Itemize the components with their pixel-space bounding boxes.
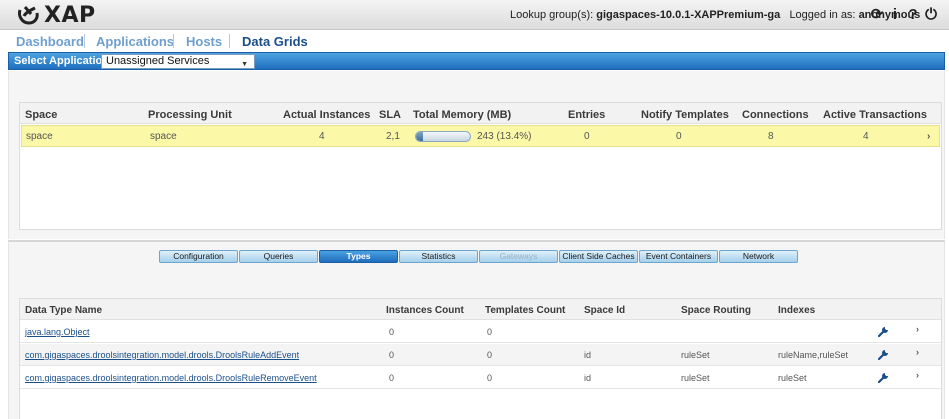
tab-network[interactable]: Network xyxy=(719,250,798,263)
templates-count: 0 xyxy=(487,373,493,383)
spaces-table: Space Processing Unit Actual Instances S… xyxy=(19,102,942,230)
lookup-label: Lookup group(s): xyxy=(510,9,594,21)
nav-divider xyxy=(173,34,174,48)
col-notify-templates[interactable]: Notify Templates xyxy=(641,109,729,121)
tab-types[interactable]: Types xyxy=(319,250,398,263)
col-data-type-name[interactable]: Data Type Name xyxy=(25,305,102,316)
memory-text: 243 (13.4%) xyxy=(477,131,532,142)
tab-dashboard[interactable]: Dashboard xyxy=(16,34,84,49)
memory-progress-fill xyxy=(416,132,424,141)
table-row[interactable]: java.lang.Object 0 0 › xyxy=(20,321,941,343)
tab-queries[interactable]: Queries xyxy=(239,250,318,263)
table-row[interactable]: space space 4 2,1 243 (13.4%) 0 0 8 4 › xyxy=(21,125,940,147)
space-routing: ruleSet xyxy=(681,350,710,360)
space-id: id xyxy=(584,350,592,360)
spaces-panel: Space Processing Unit Actual Instances S… xyxy=(8,71,945,239)
instances-count: 0 xyxy=(389,373,395,383)
select-application-label: Select Application: xyxy=(14,55,113,67)
application-dropdown-value: Unassigned Services xyxy=(106,55,210,67)
top-bar: XAP Lookup group(s): gigaspaces-10.0.1-X… xyxy=(0,0,949,30)
logo: XAP xyxy=(16,2,96,28)
tab-hosts[interactable]: Hosts xyxy=(186,34,222,49)
lookup-group-value: gigaspaces-10.0.1-XAPPremium-ga xyxy=(596,9,781,21)
types-table: Data Type Name Instances Count Templates… xyxy=(19,298,942,419)
tab-statistics[interactable]: Statistics xyxy=(399,250,478,263)
chevron-right-icon[interactable]: › xyxy=(916,324,919,334)
tab-gateways: Gateways xyxy=(479,250,558,263)
col-space[interactable]: Space xyxy=(25,109,57,121)
notify-templates-value: 0 xyxy=(676,131,682,142)
connections-value: 8 xyxy=(768,131,774,142)
session-info: Lookup group(s): gigaspaces-10.0.1-XAPPr… xyxy=(510,9,920,21)
main-nav: Dashboard Applications Hosts Data Grids xyxy=(0,30,949,52)
logged-in-label: Logged in as: xyxy=(789,9,856,21)
col-indexes[interactable]: Indexes xyxy=(778,305,815,316)
sla-value: 2,1 xyxy=(386,131,400,142)
col-processing-unit[interactable]: Processing Unit xyxy=(148,109,232,121)
wrench-icon[interactable] xyxy=(878,348,890,360)
chevron-right-icon[interactable]: › xyxy=(916,370,919,380)
application-dropdown[interactable]: Unassigned Services ▼ xyxy=(101,54,255,69)
space-routing: ruleSet xyxy=(681,373,710,383)
tab-configuration[interactable]: Configuration xyxy=(159,250,238,263)
wrench-icon[interactable] xyxy=(878,325,890,337)
col-space-routing[interactable]: Space Routing xyxy=(681,305,751,316)
nav-divider xyxy=(229,34,230,48)
data-type-link[interactable]: java.lang.Object xyxy=(25,327,90,337)
refresh-icon[interactable]: ⟳ xyxy=(868,5,886,25)
table-row[interactable]: com.gigaspaces.droolsintegration.model.d… xyxy=(20,344,941,366)
tab-client-side-caches[interactable]: Client Side Caches xyxy=(559,250,638,263)
application-selector-bar: Select Application: Unassigned Services … xyxy=(8,52,945,70)
col-space-id[interactable]: Space Id xyxy=(584,305,625,316)
memory-progress-bar xyxy=(415,131,471,142)
instances-count: 0 xyxy=(389,350,395,360)
details-tabs: Configuration Queries Types Statistics G… xyxy=(159,250,799,264)
chevron-right-icon[interactable]: › xyxy=(927,131,930,142)
col-active-transactions[interactable]: Active Transactions xyxy=(823,109,927,121)
templates-count: 0 xyxy=(487,350,493,360)
space-details-panel: Configuration Queries Types Statistics G… xyxy=(8,240,945,419)
processing-unit: space xyxy=(150,131,177,142)
table-header: Data Type Name Instances Count Templates… xyxy=(20,299,941,320)
templates-count: 0 xyxy=(487,327,493,337)
wrench-icon[interactable] xyxy=(878,371,890,383)
chevron-right-icon[interactable]: › xyxy=(916,347,919,357)
col-templates-count[interactable]: Templates Count xyxy=(485,305,565,316)
entries-value: 0 xyxy=(584,131,590,142)
indexes: ruleName,ruleSet xyxy=(778,350,849,360)
indexes: ruleSet xyxy=(778,373,807,383)
space-id: id xyxy=(584,373,592,383)
col-connections[interactable]: Connections xyxy=(742,109,809,121)
power-icon[interactable]: ⏻ xyxy=(922,5,940,25)
chevron-down-icon: ▼ xyxy=(241,61,248,68)
table-row[interactable]: com.gigaspaces.droolsintegration.model.d… xyxy=(20,367,941,389)
active-transactions-value: 4 xyxy=(863,131,869,142)
nav-divider xyxy=(84,34,85,48)
data-type-link[interactable]: com.gigaspaces.droolsintegration.model.d… xyxy=(25,373,317,383)
help-icon[interactable]: ? xyxy=(904,5,922,25)
space-name: space xyxy=(26,131,53,142)
col-instances-count[interactable]: Instances Count xyxy=(386,305,464,316)
col-entries[interactable]: Entries xyxy=(568,109,605,121)
table-header: Space Processing Unit Actual Instances S… xyxy=(20,103,941,124)
tab-data-grids[interactable]: Data Grids xyxy=(242,34,308,49)
tab-event-containers[interactable]: Event Containers xyxy=(639,250,718,263)
actual-instances: 4 xyxy=(319,131,325,142)
col-actual-instances[interactable]: Actual Instances xyxy=(283,109,370,121)
tab-applications[interactable]: Applications xyxy=(96,34,174,49)
instances-count: 0 xyxy=(389,327,395,337)
data-type-link[interactable]: com.gigaspaces.droolsintegration.model.d… xyxy=(25,350,299,360)
logo-icon xyxy=(18,6,39,25)
col-total-memory[interactable]: Total Memory (MB) xyxy=(413,109,511,121)
info-icon[interactable]: i xyxy=(886,5,904,25)
col-sla[interactable]: SLA xyxy=(379,109,401,121)
logo-text: XAP xyxy=(44,2,96,28)
